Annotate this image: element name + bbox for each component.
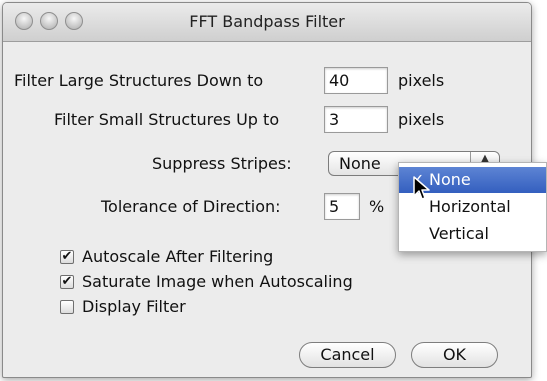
menu-item-label: Horizontal [429, 197, 511, 216]
menu-item-label: None [429, 170, 471, 189]
filter-large-input[interactable] [324, 67, 388, 94]
filter-small-unit: pixels [398, 110, 445, 129]
saturate-checkbox[interactable]: ✔ [60, 275, 74, 289]
cancel-button[interactable]: Cancel [299, 342, 396, 368]
filter-large-label: Filter Large Structures Down to [14, 71, 264, 90]
filter-small-input[interactable] [324, 106, 388, 133]
checkmark-icon: ✔ [61, 249, 73, 264]
display-filter-checkbox[interactable] [60, 300, 74, 314]
tolerance-input[interactable] [324, 193, 360, 220]
window-title: FFT Bandpass Filter [189, 12, 345, 31]
filter-large-unit: pixels [398, 71, 445, 90]
autoscale-checkbox[interactable]: ✔ [60, 250, 74, 264]
suppress-stripes-label: Suppress Stripes: [152, 154, 292, 173]
tolerance-label: Tolerance of Direction: [101, 197, 281, 216]
title-bar[interactable]: FFT Bandpass Filter [3, 3, 531, 42]
ok-button[interactable]: OK [411, 342, 498, 368]
suppress-stripes-value: None [339, 154, 381, 173]
menu-item-vertical[interactable]: Vertical [399, 221, 546, 247]
checkmark-icon: ✔ [61, 274, 73, 289]
mouse-pointer-icon [413, 176, 430, 200]
display-filter-label: Display Filter [82, 297, 186, 316]
filter-small-label: Filter Small Structures Up to [54, 110, 280, 129]
autoscale-label: Autoscale After Filtering [82, 247, 274, 266]
saturate-label: Saturate Image when Autoscaling [82, 272, 353, 291]
tolerance-unit: % [369, 197, 385, 216]
menu-item-label: Vertical [429, 224, 489, 243]
